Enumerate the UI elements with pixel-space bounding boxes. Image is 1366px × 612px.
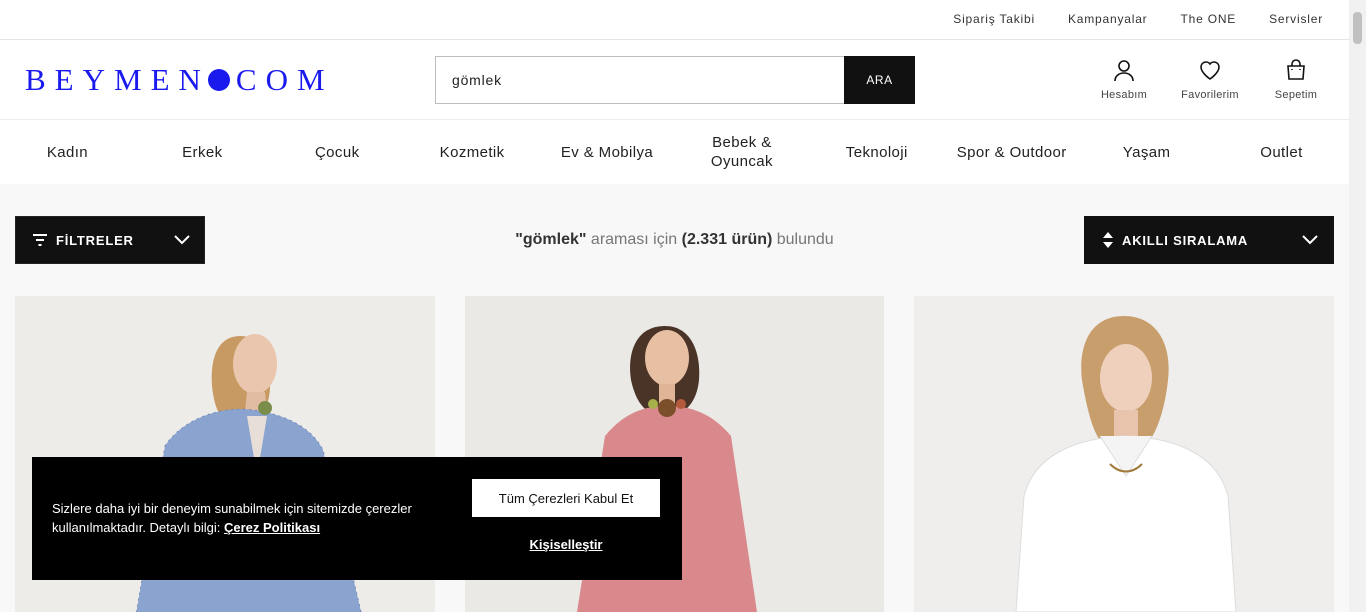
logo[interactable]: BEYMEN COM — [25, 62, 334, 98]
result-query: "gömlek" — [515, 231, 587, 248]
nav-item-spor-outdoor[interactable]: Spor & Outdoor — [944, 143, 1079, 162]
nav-item-kadin[interactable]: Kadın — [0, 143, 135, 162]
header: BEYMEN COM ARA Hesabım Favorilerim Sepet… — [0, 40, 1349, 120]
favorites-label: Favorilerim — [1181, 89, 1239, 101]
top-bar: Sipariş Takibi Kampanyalar The ONE Servi… — [0, 0, 1349, 40]
cart-button[interactable]: Sepetim — [1269, 58, 1323, 101]
nav-item-kozmetik[interactable]: Kozmetik — [405, 143, 540, 162]
shopping-bag-icon — [1287, 59, 1305, 80]
logo-text-left: BEYMEN — [25, 62, 210, 97]
cookie-policy-link[interactable]: Çerez Politikası — [224, 520, 320, 535]
campaigns-link[interactable]: Kampanyalar — [1068, 12, 1148, 26]
cart-label: Sepetim — [1274, 89, 1318, 101]
nav-item-teknoloji[interactable]: Teknoloji — [809, 143, 944, 162]
account-button[interactable]: Hesabım — [1097, 58, 1151, 101]
nav-item-outlet[interactable]: Outlet — [1214, 143, 1349, 162]
order-tracking-link[interactable]: Sipariş Takibi — [953, 12, 1035, 26]
category-nav: Kadın Erkek Çocuk Kozmetik Ev & Mobilya … — [0, 120, 1349, 184]
customize-cookies-link[interactable]: Kişiselleştir — [472, 537, 660, 552]
result-count: (2.331 ürün) — [681, 231, 773, 248]
search-input[interactable] — [435, 56, 844, 104]
scrollbar[interactable] — [1349, 0, 1366, 612]
header-icons: Hesabım Favorilerim Sepetim — [1097, 58, 1323, 101]
top-links: Sipariş Takibi Kampanyalar The ONE Servi… — [953, 12, 1323, 26]
the-one-link[interactable]: The ONE — [1180, 12, 1236, 26]
nav-item-bebek-oyuncak[interactable]: Bebek & Oyuncak — [674, 133, 809, 171]
user-icon — [1114, 60, 1134, 82]
result-end: bulundu — [772, 231, 834, 248]
accept-all-cookies-button[interactable]: Tüm Çerezleri Kabul Et — [472, 479, 660, 517]
product-card[interactable] — [914, 296, 1335, 612]
sort-label: AKILLI SIRALAMA — [1122, 232, 1249, 248]
nav-item-cocuk[interactable]: Çocuk — [270, 143, 405, 162]
result-mid: araması için — [586, 231, 682, 248]
account-label: Hesabım — [1100, 89, 1148, 101]
scrollbar-thumb[interactable] — [1353, 12, 1362, 44]
services-link[interactable]: Servisler — [1269, 12, 1323, 26]
logo-dot — [207, 69, 230, 91]
search-bar: ARA — [435, 56, 915, 104]
search-button[interactable]: ARA — [844, 56, 915, 104]
logo-text-right: COM — [235, 62, 334, 97]
heart-icon — [1200, 61, 1220, 80]
favorites-button[interactable]: Favorilerim — [1181, 58, 1239, 101]
cookie-banner: Sizlere daha iyi bir deneyim sunabilmek … — [32, 457, 682, 580]
cookie-message: Sizlere daha iyi bir deneyim sunabilmek … — [52, 499, 452, 537]
listing-toolbar: FİLTRELER "gömlek" araması için (2.331 ü… — [15, 216, 1334, 264]
nav-item-yasam[interactable]: Yaşam — [1079, 143, 1214, 162]
chevron-down-icon — [1302, 235, 1318, 245]
sort-icon — [1103, 232, 1113, 248]
nav-item-ev-mobilya[interactable]: Ev & Mobilya — [540, 143, 675, 162]
nav-item-erkek[interactable]: Erkek — [135, 143, 270, 162]
product-image — [1015, 316, 1237, 612]
sort-button[interactable]: AKILLI SIRALAMA — [1084, 216, 1334, 264]
